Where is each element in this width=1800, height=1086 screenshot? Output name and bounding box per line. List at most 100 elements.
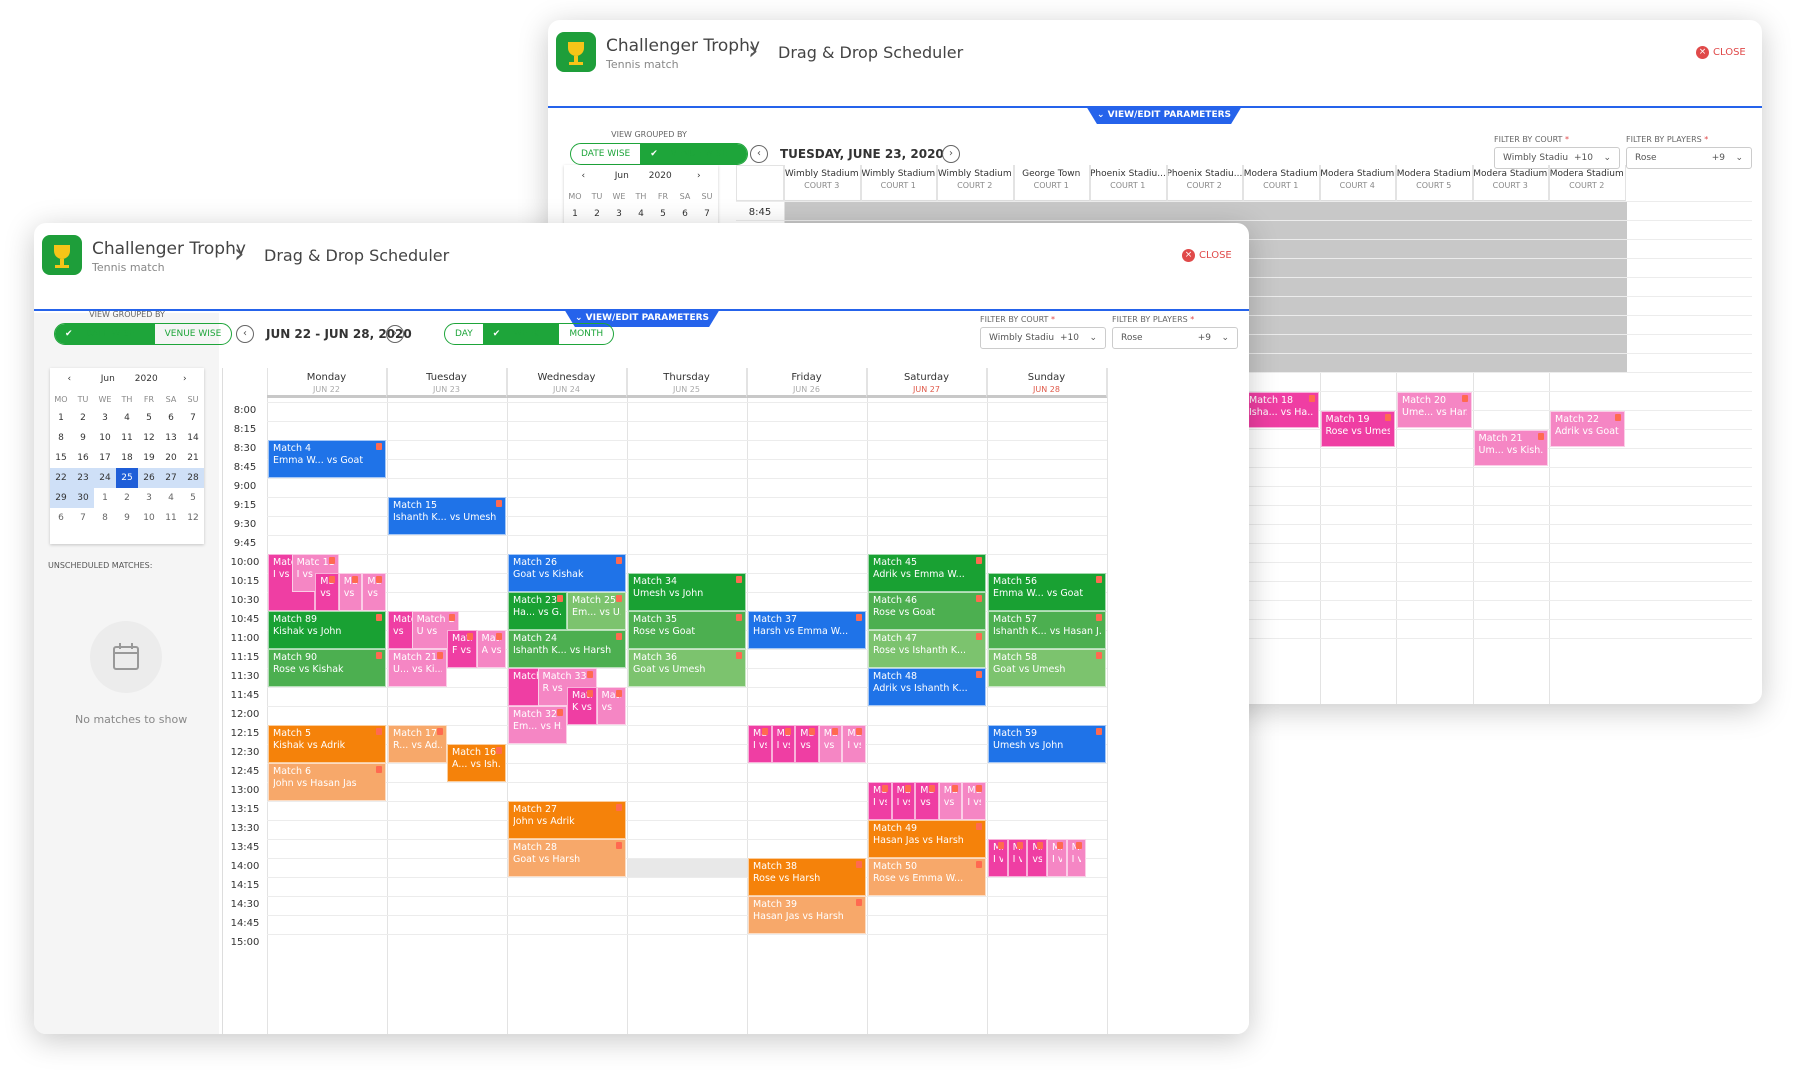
calendar-day[interactable]: 15 [50, 448, 72, 468]
delete-tag-icon[interactable] [976, 557, 982, 564]
prev-month-button[interactable]: ‹ [564, 171, 603, 181]
delete-tag-icon[interactable] [1096, 576, 1102, 583]
calendar-day[interactable]: 9 [116, 508, 138, 528]
match-event[interactable]: Match 25Em... vs U... [567, 592, 626, 630]
match-event[interactable]: Match 32Em... vs H... [508, 706, 567, 744]
delete-tag-icon[interactable] [976, 595, 982, 602]
next-day-button[interactable]: › [942, 145, 960, 163]
view-edit-parameters-tab[interactable]: ⌄ VIEW/EDIT PARAMETERS [1086, 106, 1242, 124]
prev-week-button[interactable]: ‹ [236, 325, 254, 343]
calendar-day[interactable]: 13 [160, 428, 182, 448]
delete-tag-icon[interactable] [375, 576, 382, 583]
calendar-day[interactable]: 14 [182, 428, 204, 448]
delete-tag-icon[interactable] [736, 576, 742, 583]
calendar-day[interactable]: 12 [138, 428, 160, 448]
calendar-day[interactable]: 1 [50, 408, 72, 428]
match-event[interactable]: Matc 41I vs [771, 725, 796, 763]
match-event[interactable]: Match 4 Emma W... vs Goat [268, 440, 386, 478]
calendar-day[interactable]: 26 [138, 468, 160, 488]
match-event[interactable]: Match 17 R... vs Ad... [388, 725, 447, 763]
calendar-day[interactable]: 11 [160, 508, 182, 528]
match-event[interactable]: Match 48 Adrik vs Ishanth K... [868, 668, 986, 706]
delete-tag-icon[interactable] [881, 785, 888, 792]
match-event[interactable]: Match 15 Ishanth K... vs Umesh [388, 497, 506, 535]
calendar-day[interactable]: 12 [182, 508, 204, 528]
close-button[interactable]: × CLOSE [1696, 46, 1746, 59]
match-event[interactable]: Matc 7vs [315, 573, 339, 611]
match-event[interactable]: Match 18 Isha... vs Ha... [1244, 392, 1319, 428]
calendar-day[interactable]: 19 [138, 448, 160, 468]
delete-tag-icon[interactable] [466, 633, 473, 640]
delete-tag-icon[interactable] [352, 576, 359, 583]
delete-tag-icon[interactable] [557, 709, 563, 716]
month-view-button[interactable]: MONTH [559, 324, 613, 344]
delete-tag-icon[interactable] [376, 614, 382, 621]
match-event[interactable]: Matc 40I vs [748, 725, 772, 763]
calendar-day[interactable]: 1 [564, 209, 586, 219]
match-event[interactable]: Match 45 Adrik vs Emma W... [868, 554, 986, 592]
delete-tag-icon[interactable] [496, 500, 502, 507]
match-event[interactable]: Match 39 Hasan Jas vs Harsh [748, 896, 866, 934]
match-event[interactable]: Match 6 John vs Hasan Jas [268, 763, 386, 801]
delete-tag-icon[interactable] [976, 633, 982, 640]
delete-tag-icon[interactable] [905, 785, 912, 792]
match-event[interactable]: Matc 55I vs [962, 782, 986, 820]
match-event[interactable]: Match 47 Rose vs Ishanth K... [868, 630, 986, 668]
calendar-day[interactable]: 3 [138, 488, 160, 508]
calendar-day[interactable]: 7 [182, 408, 204, 428]
match-event[interactable]: Matc 53vs [915, 782, 939, 820]
match-event[interactable]: Match 36 Goat vs Umesh [628, 649, 746, 687]
delete-tag-icon[interactable] [1076, 842, 1083, 849]
date-wise-button[interactable]: ✔ DATE WISE [55, 324, 155, 344]
delete-tag-icon[interactable] [328, 576, 335, 583]
delete-tag-icon[interactable] [855, 728, 862, 735]
match-event[interactable]: Match 31vs [596, 687, 626, 725]
close-button[interactable]: × CLOSE [1182, 249, 1232, 262]
match-event[interactable]: Matc 64vs [1027, 839, 1047, 877]
delete-tag-icon[interactable] [1538, 433, 1544, 440]
delete-tag-icon[interactable] [496, 747, 502, 754]
match-event[interactable]: Match 19Rose vs Umesh [1320, 411, 1395, 447]
delete-tag-icon[interactable] [496, 633, 502, 640]
delete-tag-icon[interactable] [761, 728, 768, 735]
calendar-day[interactable]: 4 [630, 209, 652, 219]
calendar-day[interactable]: 5 [652, 209, 674, 219]
delete-tag-icon[interactable] [586, 690, 593, 697]
delete-tag-icon[interactable] [557, 595, 563, 602]
match-event[interactable]: Matc 44I vs [842, 725, 866, 763]
match-event[interactable]: Matc 62I vs [988, 839, 1008, 877]
next-month-button[interactable]: › [680, 171, 719, 181]
calendar-day[interactable]: 10 [138, 508, 160, 528]
match-event[interactable]: Match 59 Umesh vs John [988, 725, 1106, 763]
match-event[interactable]: Matc 43vs [818, 725, 843, 763]
calendar-day[interactable]: 4 [116, 408, 138, 428]
calendar-day[interactable]: 29 [50, 488, 72, 508]
match-event[interactable]: Match 90 Rose vs Kishak [268, 649, 386, 687]
calendar-day[interactable]: 27 [160, 468, 182, 488]
match-event[interactable]: Matc 65I vs [1047, 839, 1067, 877]
match-event[interactable]: Match 26 Goat vs Kishak [508, 554, 626, 592]
court-filter-select[interactable]: Wimbly Stadiu +10 ⌄ [980, 327, 1106, 349]
delete-tag-icon[interactable] [856, 861, 862, 868]
calendar-day[interactable]: 8 [94, 508, 116, 528]
calendar-day[interactable]: 28 [182, 468, 204, 488]
calendar-day[interactable]: 23 [72, 468, 94, 488]
calendar-day[interactable]: 5 [138, 408, 160, 428]
prev-month-button[interactable]: ‹ [50, 374, 89, 384]
delete-tag-icon[interactable] [328, 557, 335, 564]
match-event[interactable]: Matc 9vs [338, 573, 363, 611]
match-event[interactable]: Match 37 Harsh vs Emma W... [748, 611, 866, 649]
match-event[interactable]: Match 58 Goat vs Umesh [988, 649, 1106, 687]
delete-tag-icon[interactable] [1096, 652, 1102, 659]
calendar-day[interactable]: 6 [674, 209, 696, 219]
delete-tag-icon[interactable] [448, 614, 455, 621]
venue-wise-button[interactable]: VENUE WISE [155, 324, 232, 344]
match-event[interactable]: Match 28 Goat vs Harsh [508, 839, 626, 877]
calendar-day[interactable]: 2 [72, 408, 94, 428]
match-event[interactable]: Matc 63I vs [1007, 839, 1028, 877]
delete-tag-icon[interactable] [1096, 614, 1102, 621]
delete-tag-icon[interactable] [1308, 395, 1315, 402]
calendar-day[interactable]: 16 [72, 448, 94, 468]
match-event[interactable]: Match 22 Adrik vs Goat [1550, 411, 1625, 447]
delete-tag-icon[interactable] [1096, 728, 1102, 735]
